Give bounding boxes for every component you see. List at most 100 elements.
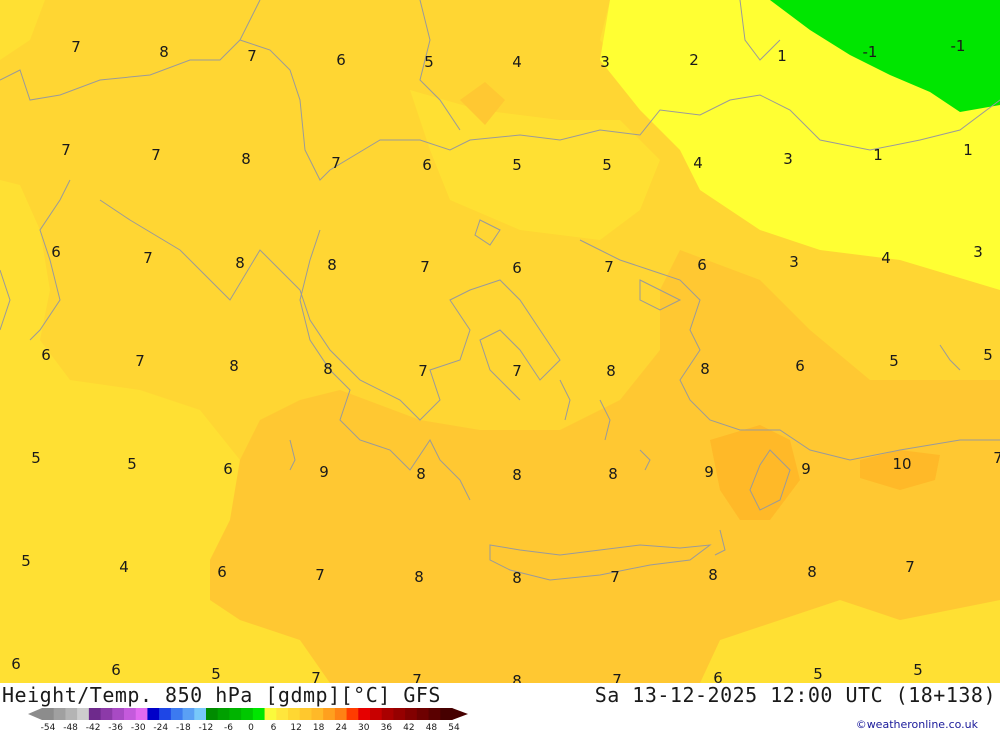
temperature-value: 2 — [689, 51, 699, 69]
colorbar-swatch — [229, 708, 242, 720]
temperature-value: 6 — [336, 51, 346, 69]
temperature-value: 6 — [713, 669, 723, 683]
temperature-value: 6 — [422, 156, 432, 174]
temperature-value: 9 — [319, 463, 329, 481]
temperature-value: 3 — [973, 243, 983, 261]
temperature-value: 3 — [600, 53, 610, 71]
temperature-value: 5 — [889, 352, 899, 370]
temperature-value: 6 — [697, 256, 707, 274]
temperature-value: 6 — [217, 563, 227, 581]
colorbar-swatch — [252, 708, 266, 720]
temperature-value: 8 — [606, 362, 616, 380]
temperature-value: 5 — [211, 665, 221, 683]
temperature-value: 1 — [963, 141, 973, 159]
colorbar-swatch — [370, 708, 383, 720]
temperature-value: 8 — [416, 465, 426, 483]
temperature-value: -1 — [951, 37, 966, 55]
temperature-value: 4 — [881, 249, 891, 267]
temperature-value: 6 — [11, 655, 21, 673]
colorbar-swatch — [311, 708, 324, 720]
temperature-value: 8 — [414, 568, 424, 586]
colorbar-tick-label: 18 — [312, 723, 325, 733]
temperature-value: 8 — [159, 43, 169, 61]
temperature-value: 7 — [418, 362, 428, 380]
footer: Height/Temp. 850 hPa [gdmp][°C] GFS Sa 1… — [0, 683, 1000, 733]
colorbar-swatch — [416, 708, 430, 720]
credit-text: ©weatheronline.co.uk — [855, 718, 978, 731]
colorbar-tick-label: -6 — [223, 723, 233, 733]
temperature-value: 7 — [61, 141, 71, 159]
colorbar-tick-label: -24 — [153, 723, 169, 733]
colorbar-swatch — [182, 708, 195, 720]
colorbar-swatch — [299, 708, 312, 720]
temperature-value: 7 — [512, 362, 522, 380]
colorbar-tick-label: 42 — [403, 723, 415, 733]
colorbar-swatch — [88, 708, 102, 720]
temperature-value: 7 — [610, 568, 620, 586]
colorbar-swatch — [217, 708, 230, 720]
colorbar-tick-label: 6 — [270, 723, 277, 733]
colorbar-tick-label: 30 — [358, 723, 370, 733]
temperature-value: 7 — [905, 558, 915, 576]
temperature-value: 6 — [512, 259, 522, 277]
colorbar-tick-label: 24 — [335, 723, 347, 733]
colorbar-swatch — [393, 708, 406, 720]
temperature-value: 6 — [51, 243, 61, 261]
temperature-map: 7 8 7 6 5 4 3 2 1 -1 -1 7 7 8 7 6 5 5 4 3 1 1 6 7 8 8 7 6 7 6 3 4 3 6 7 8 8 7… — [0, 0, 1000, 683]
colorbar — [28, 708, 468, 720]
colorbar-tick-label: 48 — [425, 723, 438, 733]
temperature-value: 9 — [704, 463, 714, 481]
colorbar-swatch — [135, 708, 148, 720]
temperature-value: 8 — [512, 569, 522, 587]
temperature-value: 7 — [604, 258, 614, 276]
valid-time: Sa 13-12-2025 12:00 UTC (18+138) — [594, 683, 996, 707]
temperature-value: 5 — [127, 455, 137, 473]
temperature-value: 7 — [331, 154, 341, 172]
colorbar-swatch — [288, 708, 301, 720]
temperature-value: 6 — [111, 661, 121, 679]
temperature-value: 7 — [420, 258, 430, 276]
temperature-value: 7 — [151, 146, 161, 164]
colorbar-swatch — [147, 708, 160, 720]
colorbar-tick-label: -18 — [175, 723, 191, 733]
temperature-value: 8 — [708, 566, 718, 584]
temperature-value: 5 — [913, 661, 923, 679]
colorbar-swatch — [346, 708, 359, 720]
temperature-value: 8 — [327, 256, 337, 274]
temperature-value: 5 — [983, 346, 993, 364]
temperature-value: 7 — [71, 38, 81, 56]
temperature-value: 7 — [247, 47, 257, 65]
colorbar-swatch — [334, 708, 348, 720]
colorbar-swatch — [124, 708, 137, 720]
temperature-value: 1 — [777, 47, 787, 65]
colorbar-swatch — [65, 708, 78, 720]
temperature-value: 6 — [41, 346, 51, 364]
colorbar-tick-label: -48 — [63, 723, 78, 733]
colorbar-swatch — [405, 708, 418, 720]
colorbar-swatch — [194, 708, 207, 720]
colorbar-tick-label: -54 — [40, 723, 56, 733]
temperature-value: 10 — [892, 455, 911, 473]
colorbar-swatch — [112, 708, 125, 720]
temperature-value: 7 — [993, 449, 1000, 467]
colorbar-arrow-left — [28, 708, 42, 720]
temperature-value: 7 — [412, 671, 422, 683]
colorbar-swatch — [428, 708, 441, 720]
temperature-value: 1 — [873, 146, 883, 164]
colorbar-swatch — [206, 708, 219, 720]
colorbar-swatch — [358, 708, 371, 720]
temperature-value: 8 — [323, 360, 333, 378]
colorbar-tick-label: -30 — [130, 723, 146, 733]
temperature-value: 8 — [700, 360, 710, 378]
temperature-value: 7 — [315, 566, 325, 584]
colorbar-tick-label: -42 — [85, 723, 101, 733]
colorbar-swatch — [77, 708, 90, 720]
map-title: Height/Temp. 850 hPa [gdmp][°C] GFS — [2, 683, 441, 707]
colorbar-swatch — [264, 708, 277, 720]
temperature-value: 8 — [608, 465, 618, 483]
colorbar-swatch — [53, 708, 66, 720]
temperature-value: 4 — [119, 558, 129, 576]
temperature-value: 3 — [789, 253, 799, 271]
temperature-value: 8 — [512, 466, 522, 484]
temperature-value: 7 — [612, 671, 622, 683]
